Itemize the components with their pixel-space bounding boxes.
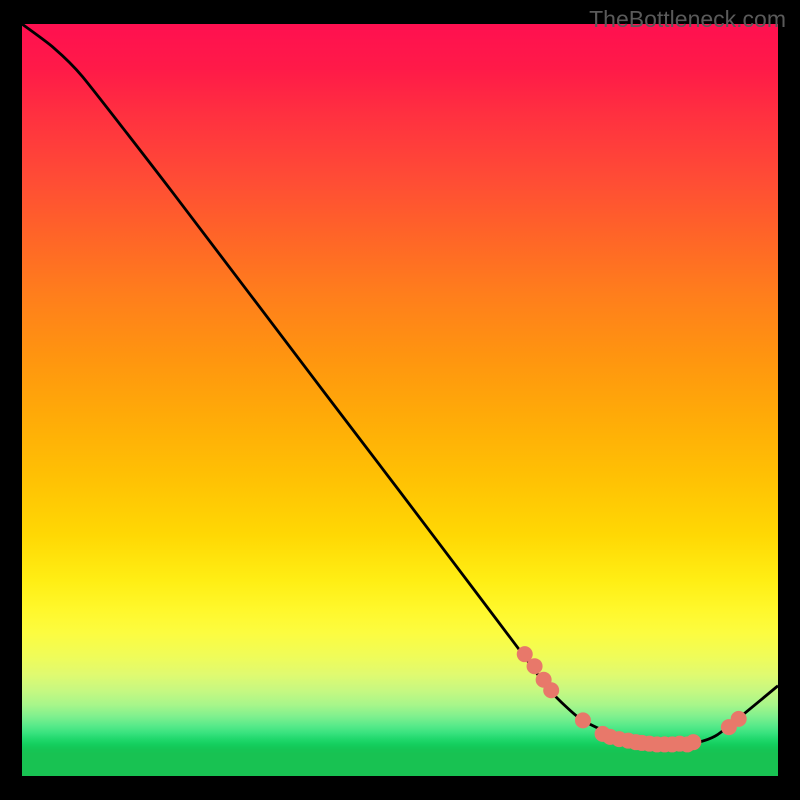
data-marker [685,734,701,750]
data-marker [575,712,591,728]
data-marker [731,711,747,727]
plot-area [22,24,778,776]
chart-svg [22,24,778,776]
data-marker [527,658,543,674]
curve-layer [22,24,778,745]
data-marker [543,682,559,698]
bottleneck-curve [22,24,778,745]
watermark-text: TheBottleneck.com [589,6,786,33]
